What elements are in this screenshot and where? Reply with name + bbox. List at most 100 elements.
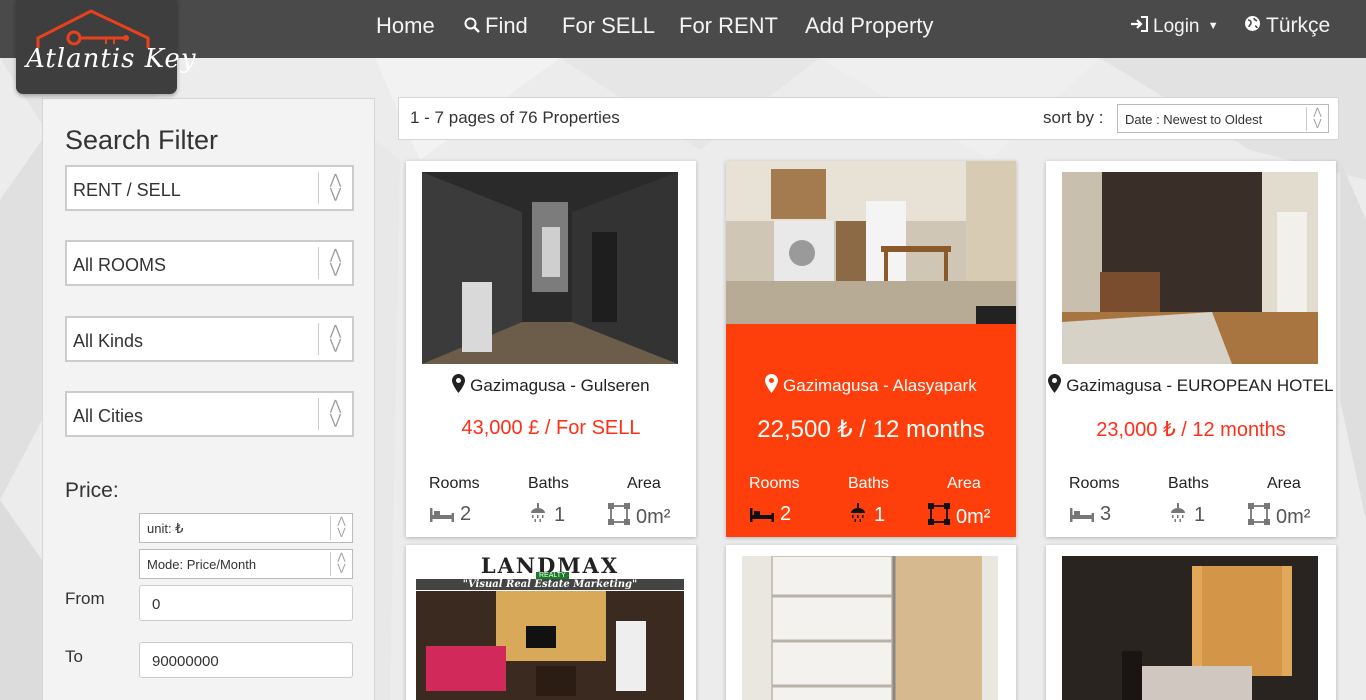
property-photo[interactable] [1062, 556, 1318, 700]
nav-find[interactable]: Find [464, 13, 528, 39]
sort-label: sort by : [1043, 108, 1104, 127]
baths-label: Baths [1168, 475, 1209, 492]
baths-count: 1 [1194, 504, 1206, 526]
caret-down-icon: ▼ [1207, 20, 1219, 32]
rooms-label: Rooms [749, 475, 800, 492]
baths-value: 1 [528, 503, 565, 529]
baths-count: 1 [874, 504, 886, 526]
property-card[interactable]: Gazimagusa - Gulseren 43,000 £ / For SEL… [406, 161, 696, 537]
property-photo[interactable] [742, 556, 998, 700]
sort-select[interactable]: Date : Newest to Oldest ⋀ ⋁ [1117, 104, 1329, 133]
map-marker-icon [765, 374, 779, 395]
card-price: 22,500 ₺ / 12 months [757, 416, 985, 443]
card-location-text: Gazimagusa - EUROPEAN HOTEL [1066, 376, 1334, 395]
rooms-value: 3 [1070, 503, 1111, 528]
rooms-count: 2 [780, 503, 792, 525]
kinds-select[interactable]: All Kinds ⋀ ⋁ [65, 316, 354, 362]
baths-value: 1 [848, 503, 885, 529]
baths-label: Baths [528, 475, 569, 492]
nav-login-label: Login [1153, 16, 1200, 37]
logo-text: Atlantis Key [26, 44, 197, 74]
card-price: 23,000 ₺ / 12 months [1096, 419, 1286, 441]
globe-icon [1244, 14, 1261, 38]
rent-sell-value: RENT / SELL [73, 180, 181, 200]
property-card[interactable]: Gazimagusa - Alasyapark 22,500 ₺ / 12 mo… [726, 161, 1016, 537]
select-arrows-icon: ⋀ ⋁ [1306, 107, 1328, 131]
property-photo[interactable] [422, 172, 678, 364]
mode-value: Mode: Price/Month [147, 557, 257, 572]
nav-add-property[interactable]: Add Property [805, 13, 933, 39]
select-arrows-icon: ⋀ ⋁ [330, 552, 352, 576]
card-location: Gazimagusa - Alasyapark [726, 374, 1016, 396]
unit-value: unit: ₺ [147, 521, 184, 536]
baths-label: Baths [848, 475, 889, 492]
site-logo[interactable]: Atlantis Key [16, 0, 197, 94]
area-size: 0m² [956, 506, 991, 528]
area-label: Area [1267, 475, 1301, 492]
cities-value: All Cities [73, 406, 144, 426]
select-arrows-icon: ⋀ ⋁ [318, 247, 352, 279]
nav-home[interactable]: Home [376, 13, 435, 39]
area-size: 0m² [636, 506, 671, 528]
price-to-input[interactable]: 90000000 [139, 642, 353, 678]
bed-icon [1070, 505, 1094, 528]
property-photo[interactable]: LANDMAX REALTY "Visual Real Estate Marke… [416, 551, 684, 700]
select-arrows-icon: ⋀ ⋁ [318, 172, 352, 204]
card-location-text: Gazimagusa - Gulseren [470, 376, 650, 395]
login-icon [1130, 16, 1148, 38]
price-from-input[interactable]: 0 [139, 585, 353, 621]
shower-icon [848, 503, 868, 529]
area-value: 0m² [1248, 503, 1310, 531]
area-label: Area [947, 475, 981, 492]
mode-select[interactable]: Mode: Price/Month ⋀ ⋁ [139, 549, 353, 579]
sort-value: Date : Newest to Oldest [1125, 112, 1263, 127]
area-icon [608, 503, 630, 531]
nav-login[interactable]: Login ▼ [1130, 16, 1219, 38]
bed-icon [430, 505, 454, 528]
rooms-count: 2 [460, 503, 472, 525]
select-arrows-icon: ⋀ ⋁ [318, 398, 352, 430]
nav-for-rent[interactable]: For RENT [679, 13, 778, 39]
search-filter-panel: Search Filter RENT / SELL ⋀ ⋁ All ROOMS ⋀… [42, 98, 375, 700]
rooms-value: 2 [430, 503, 471, 528]
results-summary: 1 - 7 pages of 76 Properties [410, 108, 620, 127]
baths-value: 1 [1168, 503, 1205, 529]
property-card[interactable]: LANDMAX REALTY "Visual Real Estate Marke… [406, 545, 696, 700]
rent-sell-select[interactable]: RENT / SELL ⋀ ⋁ [65, 165, 354, 211]
baths-count: 1 [554, 504, 566, 526]
from-label: From [65, 589, 105, 608]
rooms-select[interactable]: All ROOMS ⋀ ⋁ [65, 240, 354, 286]
area-label: Area [627, 475, 661, 492]
map-marker-icon [1048, 374, 1062, 395]
property-card[interactable]: Gazimagusa - EUROPEAN HOTEL 23,000 ₺ / 1… [1046, 161, 1336, 537]
property-card[interactable] [1046, 545, 1336, 700]
cities-select[interactable]: All Cities ⋀ ⋁ [65, 391, 354, 437]
property-photo[interactable] [726, 161, 1016, 324]
card-location: Gazimagusa - EUROPEAN HOTEL [1046, 374, 1336, 396]
bed-icon [750, 505, 774, 528]
nav-for-sell[interactable]: For SELL [562, 13, 655, 39]
rooms-label: Rooms [429, 475, 480, 492]
area-size: 0m² [1276, 506, 1311, 528]
results-bar: 1 - 7 pages of 76 Properties sort by : D… [398, 97, 1339, 140]
banner-slogan: "Visual Real Estate Marketing" [416, 579, 684, 590]
select-arrows-icon: ⋀ ⋁ [318, 323, 352, 355]
property-card[interactable] [726, 545, 1016, 700]
search-filter-title: Search Filter [65, 125, 219, 155]
card-location-text: Gazimagusa - Alasyapark [783, 376, 977, 395]
search-icon [464, 13, 480, 39]
card-price: 43,000 £ / For SELL [461, 417, 641, 439]
area-icon [1248, 503, 1270, 531]
area-value: 0m² [928, 503, 990, 531]
card-location: Gazimagusa - Gulseren [406, 374, 696, 396]
unit-select[interactable]: unit: ₺ ⋀ ⋁ [139, 513, 353, 543]
rooms-count: 3 [1100, 503, 1112, 525]
map-marker-icon [452, 374, 466, 395]
property-photo[interactable] [1062, 172, 1318, 364]
price-label: Price: [65, 479, 119, 502]
shower-icon [1168, 503, 1188, 529]
shower-icon [528, 503, 548, 529]
nav-language[interactable]: Türkçe [1244, 14, 1330, 38]
nav-find-label: Find [485, 13, 528, 38]
area-icon [928, 503, 950, 531]
